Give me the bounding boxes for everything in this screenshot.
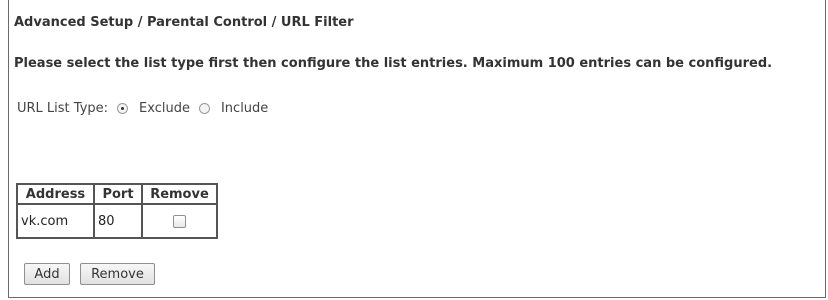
remove-cell [141,203,218,239]
url-filter-table: Address Port Remove vk.com 80 [16,183,218,239]
url-list-type-group: URL List Type: Exclude Include [17,101,277,116]
address-cell: vk.com [16,203,95,239]
remove-button[interactable]: Remove [80,263,155,285]
exclude-radio[interactable] [117,103,129,114]
address-column-header: Address [16,183,95,205]
exclude-label[interactable]: Exclude [139,101,190,116]
include-label[interactable]: Include [221,101,268,116]
remove-checkbox[interactable] [173,214,186,228]
url-list-type-label: URL List Type: [17,101,109,116]
port-cell: 80 [93,203,143,239]
table-header-row: Address Port Remove [16,183,218,205]
include-radio[interactable] [198,103,210,114]
table-row: vk.com 80 [16,203,218,239]
breadcrumb: Advanced Setup / Parental Control / URL … [14,15,354,30]
page-description: Please select the list type first then c… [14,56,773,71]
remove-column-header: Remove [141,183,218,205]
add-button[interactable]: Add [24,263,70,285]
content-frame [8,0,826,298]
port-column-header: Port [93,183,143,205]
